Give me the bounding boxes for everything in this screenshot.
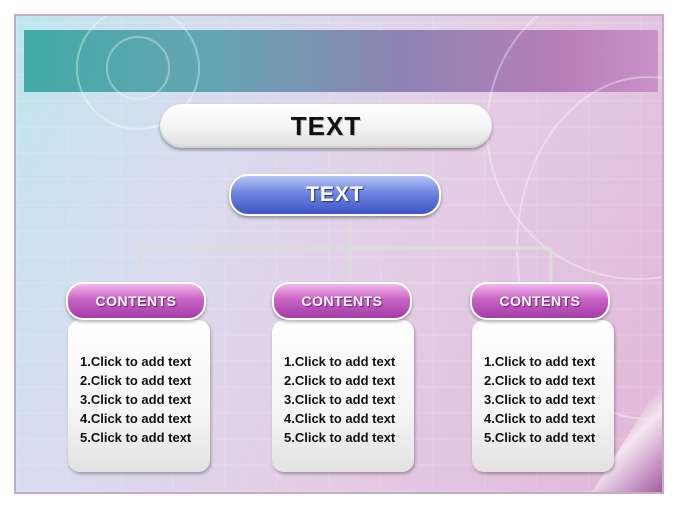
- contents-heading-1-text: CONTENTS: [95, 293, 177, 309]
- subtitle-box[interactable]: TEXT: [229, 174, 441, 216]
- card-2-item-1: 1.Click to add text: [284, 354, 396, 369]
- contents-heading-2-text: CONTENTS: [301, 293, 383, 309]
- slide: TEXT TEXT 1.Click to add text 2.Click to…: [0, 0, 680, 510]
- contents-card-1[interactable]: 1.Click to add text 2.Click to add text …: [68, 320, 210, 472]
- title-text: TEXT: [290, 110, 362, 141]
- card-3-item-3: 3.Click to add text: [484, 392, 596, 407]
- card-2-item-4: 4.Click to add text: [284, 411, 396, 426]
- card-2-item-5: 5.Click to add text: [284, 430, 396, 445]
- contents-heading-1[interactable]: CONTENTS: [66, 282, 206, 320]
- card-3-item-5: 5.Click to add text: [484, 430, 596, 445]
- contents-heading-3-text: CONTENTS: [499, 293, 581, 309]
- card-1-item-4: 4.Click to add text: [80, 411, 192, 426]
- contents-card-2[interactable]: 1.Click to add text 2.Click to add text …: [272, 320, 414, 472]
- contents-heading-2[interactable]: CONTENTS: [272, 282, 412, 320]
- card-2-item-2: 2.Click to add text: [284, 373, 396, 388]
- card-1-item-5: 5.Click to add text: [80, 430, 192, 445]
- subtitle-text: TEXT: [306, 183, 364, 206]
- contents-heading-3[interactable]: CONTENTS: [470, 282, 610, 320]
- card-3-item-1: 1.Click to add text: [484, 354, 596, 369]
- contents-card-3[interactable]: 1.Click to add text 2.Click to add text …: [472, 320, 614, 472]
- card-3-item-2: 2.Click to add text: [484, 373, 596, 388]
- card-1-item-2: 2.Click to add text: [80, 373, 192, 388]
- card-2-item-3: 3.Click to add text: [284, 392, 396, 407]
- card-1-item-1: 1.Click to add text: [80, 354, 192, 369]
- title-box[interactable]: TEXT: [160, 104, 492, 148]
- card-3-item-4: 4.Click to add text: [484, 411, 596, 426]
- card-1-item-3: 3.Click to add text: [80, 392, 192, 407]
